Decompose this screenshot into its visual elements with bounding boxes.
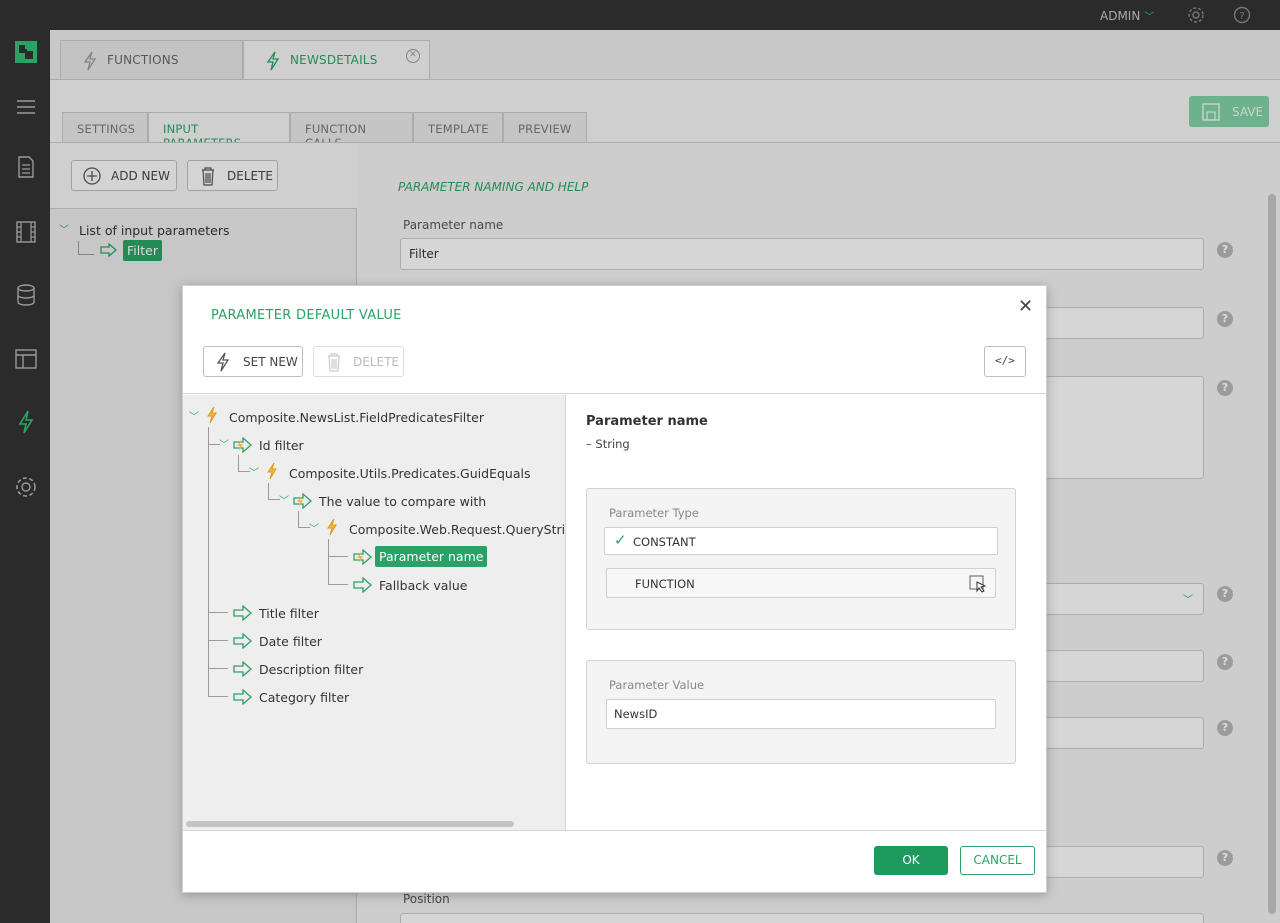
tree-connector [208, 612, 228, 613]
ok-button[interactable]: OK [874, 846, 948, 875]
dialog-toolbar: SET NEW DELETE </> [183, 334, 1046, 394]
tree-node-date-filter[interactable]: Date filter [259, 634, 322, 649]
tree-node-query-string-wrapper: Composite.Web.Request.QueryStringGuidVal… [349, 522, 565, 537]
detail-type: – String [586, 437, 630, 451]
settings-icon[interactable] [14, 475, 38, 499]
tree-connector [208, 668, 228, 669]
user-name: ADMIN [1100, 9, 1141, 23]
trash-icon [328, 353, 340, 372]
page-icon[interactable] [14, 155, 38, 179]
arrow-right-icon [233, 689, 252, 705]
chevron-down-icon[interactable]: ﹀ [219, 436, 229, 451]
tree-connector [328, 556, 348, 557]
tree-connector [208, 640, 228, 641]
tree-connector [208, 696, 228, 697]
tree-node-query-string[interactable]: Composite.Web.Request.QueryStringGuidVal… [349, 522, 565, 537]
code-view-button[interactable]: </> [984, 346, 1026, 377]
logo-icon[interactable] [14, 40, 38, 64]
set-new-label: SET NEW [243, 355, 298, 369]
function-tree: ﹀ Composite.NewsList.FieldPredicatesFilt… [183, 395, 566, 830]
media-icon[interactable] [14, 220, 38, 244]
cancel-button[interactable]: CANCEL [960, 846, 1035, 875]
check-icon: ✓ [614, 531, 627, 549]
function-icon[interactable] [14, 410, 38, 434]
dialog-title: PARAMETER DEFAULT VALUE [211, 308, 402, 323]
tree-connector [328, 584, 348, 585]
arrow-right-icon [353, 577, 372, 593]
menu-icon[interactable] [14, 95, 38, 119]
layout-icon[interactable] [14, 347, 38, 371]
parameter-detail: Parameter name – String Parameter Type ✓… [566, 395, 1046, 830]
horizontal-scrollbar[interactable] [186, 821, 514, 827]
group-label: Parameter Value [609, 678, 705, 692]
help-icon[interactable]: ? [1233, 6, 1251, 24]
tree-node-parameter-name[interactable]: Parameter name [375, 546, 488, 567]
tree-node-fallback-value[interactable]: Fallback value [379, 578, 467, 593]
function-picker-icon[interactable] [969, 575, 987, 593]
delete-label: DELETE [353, 355, 400, 369]
left-navigation [0, 30, 50, 923]
function-icon [327, 518, 337, 536]
close-icon[interactable]: ✕ [1018, 296, 1033, 317]
tree-node-root[interactable]: Composite.NewsList.FieldPredicatesFilter [229, 410, 484, 425]
arrow-right-icon [233, 633, 252, 649]
dialog-footer: OK CANCEL [183, 830, 1046, 892]
group-label: Parameter Type [609, 506, 699, 520]
delete-button[interactable]: DELETE [313, 346, 404, 377]
parameter-function-icon [233, 437, 252, 453]
tree-node-guid-equals[interactable]: Composite.Utils.Predicates.GuidEquals [289, 466, 530, 481]
parameter-value-group: Parameter Value NewsID [586, 660, 1016, 764]
chevron-down-icon: ﹀ [1144, 12, 1155, 23]
parameter-value-input[interactable]: NewsID [606, 699, 996, 729]
parameter-default-value-dialog: PARAMETER DEFAULT VALUE ✕ SET NEW DELETE… [182, 285, 1047, 893]
database-icon[interactable] [14, 283, 38, 307]
tree-node-compare-value[interactable]: The value to compare with [319, 494, 486, 509]
tree-connector [328, 539, 329, 584]
chevron-down-icon[interactable]: ﹀ [189, 408, 199, 423]
top-bar: ADMIN ﹀ ? [0, 0, 1280, 30]
code-icon: </> [995, 354, 1015, 367]
parameter-type-group: Parameter Type ✓ CONSTANT FUNCTION [586, 488, 1016, 630]
chevron-down-icon[interactable]: ﹀ [249, 464, 259, 479]
tree-node-id-filter[interactable]: Id filter [259, 438, 304, 453]
set-new-button[interactable]: SET NEW [203, 346, 303, 377]
tree-node-title-filter[interactable]: Title filter [259, 606, 319, 621]
option-label: FUNCTION [635, 577, 695, 591]
option-function[interactable]: FUNCTION [606, 568, 996, 598]
function-icon [216, 352, 230, 372]
parameter-function-icon [353, 549, 372, 565]
parameter-function-icon [293, 493, 312, 509]
svg-text:?: ? [1239, 11, 1244, 22]
option-constant[interactable]: ✓ CONSTANT [604, 527, 998, 555]
function-icon [267, 462, 277, 480]
arrow-right-icon [233, 605, 252, 621]
input-value: NewsID [614, 707, 658, 721]
gear-icon[interactable] [1187, 6, 1205, 24]
chevron-down-icon[interactable]: ﹀ [279, 492, 289, 507]
detail-heading: Parameter name [586, 414, 708, 429]
arrow-right-icon [233, 661, 252, 677]
function-icon [207, 406, 217, 424]
tree-node-description-filter[interactable]: Description filter [259, 662, 363, 677]
user-menu[interactable]: ADMIN ﹀ [1100, 8, 1154, 23]
chevron-down-icon[interactable]: ﹀ [309, 520, 319, 535]
tree-connector [208, 427, 209, 697]
tree-node-category-filter[interactable]: Category filter [259, 690, 349, 705]
option-label: CONSTANT [633, 535, 696, 549]
